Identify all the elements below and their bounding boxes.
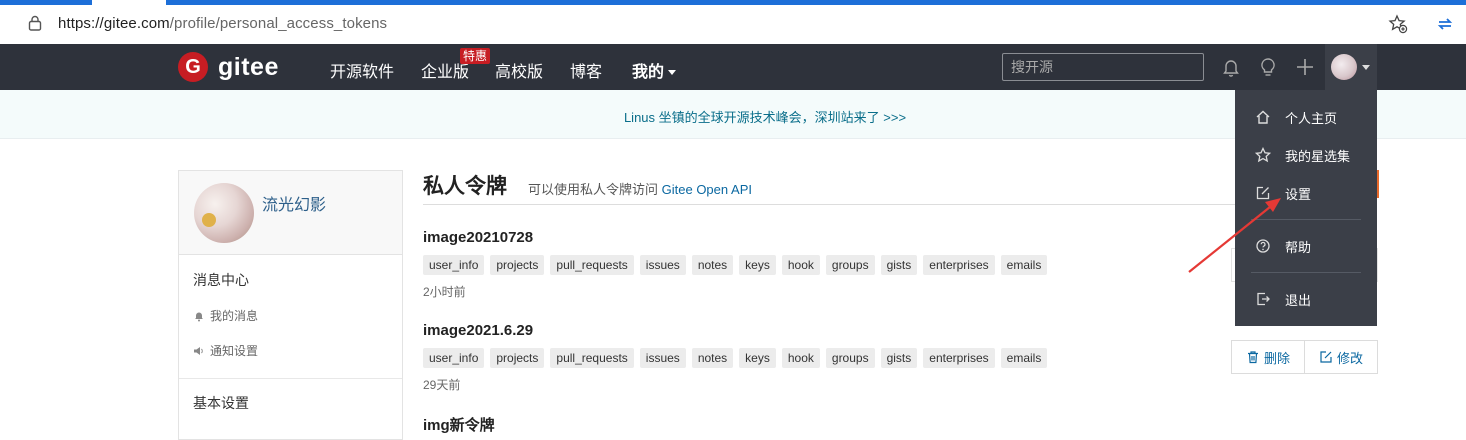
nav-blog[interactable]: 博客 [570,58,602,82]
trash-icon [1247,351,1258,364]
scope-tag: user_info [423,255,485,275]
token-name: img新令牌 [423,417,495,434]
sidebar-item-label: 我的消息 [210,309,259,323]
open-api-link[interactable]: Gitee Open API [662,182,752,197]
scope-tag: issues [639,348,686,368]
menu-item-starred[interactable]: 我的星选集 [1235,137,1377,173]
plus-icon[interactable] [1294,56,1316,78]
token-actions: 删除 修改 [1231,340,1378,374]
star-icon [1255,147,1271,163]
browser-tab-strip [0,0,1466,5]
scope-tag: gists [880,255,918,275]
scope-tag: projects [490,255,545,275]
delete-label: 删除 [1263,350,1290,366]
scope-tag: groups [825,348,875,368]
scope-tag: enterprises [923,348,995,368]
scope-tag: keys [739,348,776,368]
scope-tag: groups [825,255,875,275]
home-icon [1256,110,1270,124]
menu-item-label: 个人主页 [1285,110,1338,126]
lightbulb-icon[interactable] [1257,56,1279,78]
sidebar-item-notify-settings[interactable]: 通知设置 [193,342,258,359]
url-host: https://gitee.com [58,15,170,32]
section-basic-settings[interactable]: 基本设置 [193,393,249,413]
avatar[interactable] [194,183,254,243]
url-path: /profile/personal_access_tokens [169,15,388,32]
token-created-time: 2小时前 [423,285,466,299]
scope-tag: notes [691,348,734,368]
new-token-button-edge[interactable] [1377,170,1379,198]
chevron-down-icon [1362,65,1370,70]
nav-mine-label: 我的 [632,64,665,81]
token-created-time: 29天前 [423,378,461,392]
sidebar-item-label: 通知设置 [210,344,259,358]
edit-icon [1320,351,1332,363]
annotation-arrow-icon [1188,198,1281,273]
scope-tag: hook [781,255,820,275]
scope-tag: gists [880,348,918,368]
username[interactable]: 流光幻影 [262,191,326,215]
user-menu-toggle[interactable] [1325,44,1377,90]
logo-mark: G [178,52,208,82]
site-header: G gitee 开源软件 企业版 特惠 高校版 博客 我的 [0,44,1466,90]
logout-icon [1257,292,1270,306]
menu-item-label: 退出 [1285,292,1312,308]
page-title: 私人令牌 [423,175,507,198]
subtitle-text: 可以使用私人令牌访问 [528,182,659,197]
delete-button[interactable]: 删除 [1232,341,1304,373]
scope-tag: user_info [423,348,485,368]
page-subtitle: 可以使用私人令牌访问 Gitee Open API [528,179,752,198]
token-name: image20210728 [423,229,534,246]
nav-open-source[interactable]: 开源软件 [330,58,394,82]
scope-tag: emails [1000,255,1048,275]
token-name: image2021.6.29 [423,322,534,339]
nav-mine[interactable]: 我的 [632,58,677,82]
scope-tag: projects [490,348,545,368]
nav-education[interactable]: 高校版 [495,58,543,82]
menu-item-label: 我的星选集 [1285,148,1351,164]
scope-tag: pull_requests [550,348,634,368]
edit-label: 修改 [1336,350,1363,366]
profile-card: 流光幻影 [179,171,402,255]
gitee-logo[interactable]: G gitee [178,52,279,82]
divider [179,378,402,379]
lock-icon [28,15,42,31]
menu-item-profile[interactable]: 个人主页 [1235,99,1377,135]
enterprise-badge: 特惠 [460,48,491,64]
scope-tag: keys [739,255,776,275]
menu-item-logout[interactable]: 退出 [1235,281,1377,317]
edit-button[interactable]: 修改 [1304,341,1377,373]
browser-toolbar: https://gitee.com/profile/personal_acces… [0,0,1466,44]
scope-tag: enterprises [923,255,995,275]
bell-icon[interactable] [1220,56,1242,78]
scope-tag: issues [639,255,686,275]
bell-icon [195,312,203,321]
settings-sidebar: 流光幻影 消息中心 我的消息 通知设置 基本设置 [178,170,403,440]
chevron-down-icon [668,70,677,76]
logo-text: gitee [218,52,279,81]
speaker-icon [194,346,203,355]
avatar [1331,54,1357,80]
scope-tag: notes [691,255,734,275]
divider [423,204,1235,205]
scope-tag: pull_requests [550,255,634,275]
sidebar-item-my-messages[interactable]: 我的消息 [193,307,258,324]
search-input[interactable] [1002,53,1204,81]
scope-tag: hook [781,348,820,368]
favorite-star-icon[interactable] [1388,14,1408,34]
scope-tag: emails [1000,348,1048,368]
token-scopes: user_info projects pull_requests issues … [423,348,1048,368]
sync-icon[interactable] [1435,14,1455,34]
section-message-center: 消息中心 [193,272,249,288]
url-text[interactable]: https://gitee.com/profile/personal_acces… [58,15,387,32]
token-scopes: user_info projects pull_requests issues … [423,255,1048,275]
